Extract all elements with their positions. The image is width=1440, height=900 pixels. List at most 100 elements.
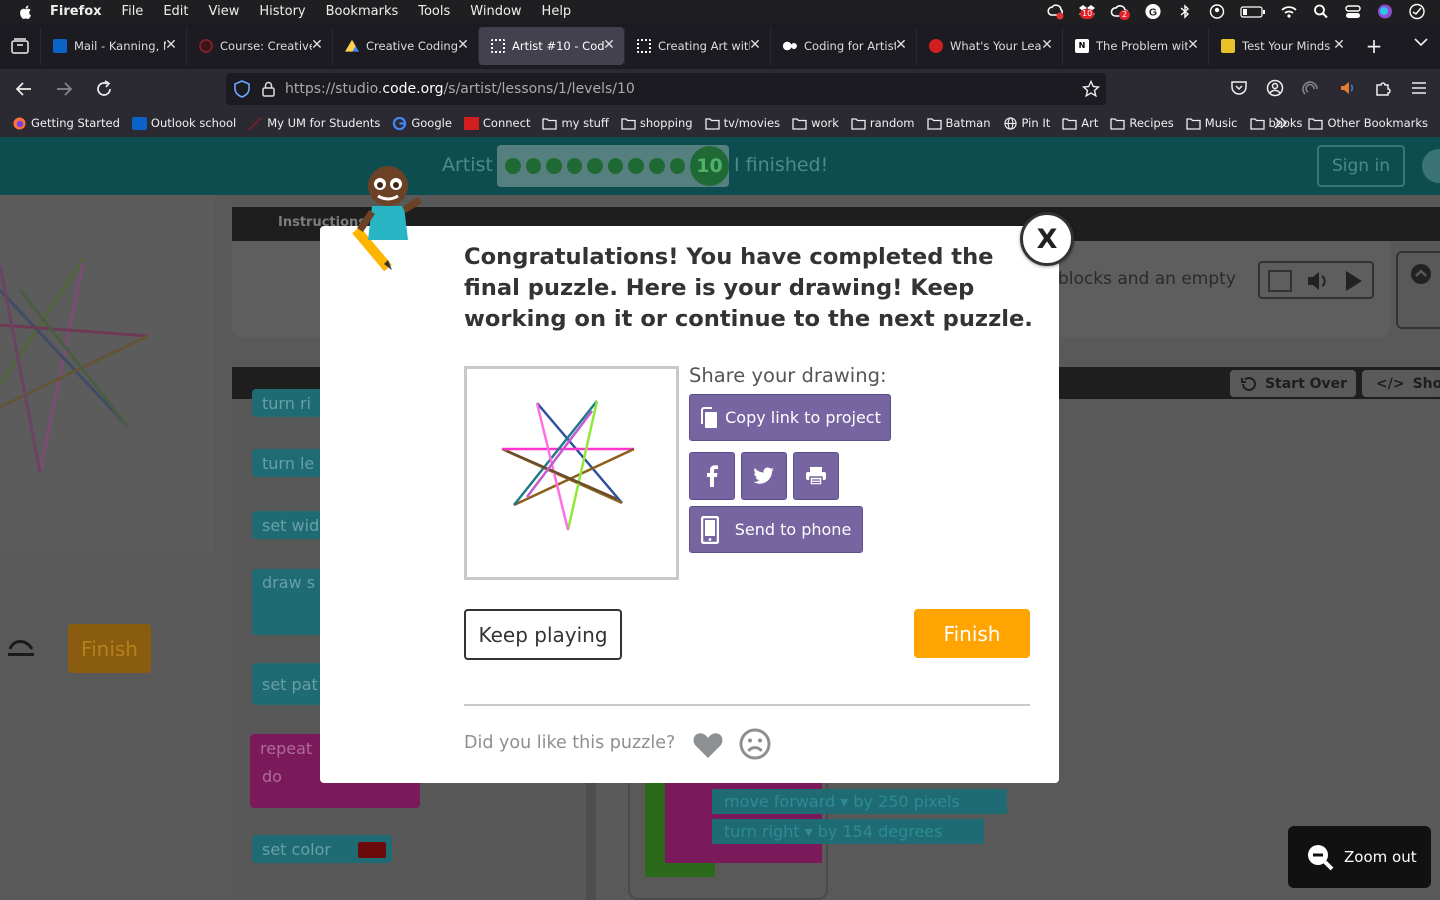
like-heart-icon[interactable]: [692, 729, 724, 761]
keep-playing-button[interactable]: Keep playing: [464, 609, 622, 660]
text-to-speech-icon[interactable]: [1268, 269, 1294, 293]
close-tab-icon[interactable]: ✕: [310, 38, 324, 52]
bookmark-folder-work[interactable]: work: [792, 116, 839, 130]
tab-creating-art[interactable]: Creating Art with ✕: [624, 27, 770, 65]
list-all-tabs-icon[interactable]: [1414, 37, 1428, 47]
bookmark-folder-art[interactable]: Art: [1062, 116, 1098, 130]
send-to-phone-button[interactable]: Send to phone: [689, 506, 863, 553]
forward-button[interactable]: [46, 71, 82, 107]
bookmark-folder-my-stuff[interactable]: my stuff: [542, 116, 609, 130]
pocket-button[interactable]: [1228, 75, 1250, 101]
close-tab-icon[interactable]: ✕: [164, 38, 178, 52]
apple-icon[interactable]: [18, 4, 34, 20]
bookmark-my-um[interactable]: My UM for Students: [248, 116, 380, 130]
bookmark-folder-random[interactable]: random: [851, 116, 915, 130]
menu-view[interactable]: View: [209, 4, 240, 19]
tab-creative-coding[interactable]: Creative Coding ✕: [332, 27, 478, 65]
app-menu-button[interactable]: [1408, 75, 1430, 101]
bookmark-star-icon[interactable]: [1082, 80, 1100, 98]
dropbox-icon[interactable]: 10: [1078, 3, 1096, 20]
extension-audio-button[interactable]: [1336, 75, 1358, 101]
close-tab-icon[interactable]: ✕: [456, 38, 470, 52]
level-dot[interactable]: [525, 158, 542, 174]
level-dot[interactable]: [566, 158, 583, 174]
close-tab-icon[interactable]: ✕: [894, 38, 908, 52]
clock-icon[interactable]: [1408, 3, 1426, 20]
speaker-icon[interactable]: [1306, 270, 1332, 292]
account-button[interactable]: [1264, 75, 1286, 101]
battery-icon[interactable]: [1240, 3, 1266, 20]
bookmark-pin-it[interactable]: Pin It: [1003, 116, 1050, 130]
bookmark-folder-recipes[interactable]: Recipes: [1110, 116, 1174, 130]
menu-file[interactable]: File: [122, 4, 144, 19]
code-block-turn[interactable]: turn right ▾ by 154 degrees: [712, 819, 984, 844]
level-dot[interactable]: [628, 158, 644, 174]
print-button[interactable]: [793, 452, 839, 500]
show-code-button[interactable]: </> Show: [1362, 370, 1440, 397]
lock-icon[interactable]: [262, 81, 275, 97]
close-tab-icon[interactable]: ✕: [748, 38, 762, 52]
tab-artist-10[interactable]: Artist #10 - Code ✕: [478, 27, 624, 65]
level-dot[interactable]: [587, 158, 603, 174]
tab-the-problem[interactable]: N The Problem with ✕: [1062, 27, 1208, 65]
dislike-frown-icon[interactable]: [739, 728, 771, 760]
menu-window[interactable]: Window: [470, 4, 521, 19]
creative-cloud-icon[interactable]: [1046, 3, 1064, 20]
cloud-sync-icon[interactable]: 2: [1110, 3, 1131, 20]
share-facebook-button[interactable]: [689, 452, 735, 500]
other-bookmarks-folder[interactable]: Other Bookmarks: [1308, 116, 1428, 130]
play-icon[interactable]: [1344, 270, 1364, 292]
extensions-button[interactable]: [1372, 75, 1394, 101]
level-dot[interactable]: [546, 158, 562, 174]
bookmark-folder-shopping[interactable]: shopping: [621, 116, 693, 130]
tab-test-mindset[interactable]: Test Your Minds ✕: [1208, 27, 1354, 65]
tracking-protection-shield-icon[interactable]: [234, 80, 250, 98]
code-block-move[interactable]: move forward ▾ by 250 pixels: [712, 789, 1007, 814]
menu-tools[interactable]: Tools: [418, 4, 450, 19]
color-swatch[interactable]: [358, 842, 386, 858]
tab-learning-style[interactable]: What's Your Lea ✕: [916, 27, 1062, 65]
level-dot[interactable]: [607, 158, 624, 174]
bookmark-connect[interactable]: Connect: [463, 116, 530, 130]
grammarly-icon[interactable]: G: [1144, 3, 1162, 20]
reload-button[interactable]: [86, 71, 122, 107]
collapse-instructions-button[interactable]: [1396, 251, 1440, 329]
tab-coding-for-artists[interactable]: Coding for Artist ✕: [770, 27, 916, 65]
share-twitter-button[interactable]: [741, 452, 787, 500]
finish-button[interactable]: Finish: [914, 609, 1030, 658]
more-bookmarks-chevron-icon[interactable]: [1274, 117, 1288, 129]
wifi-icon[interactable]: [1280, 3, 1298, 20]
close-tab-icon[interactable]: ✕: [1332, 38, 1346, 52]
finished-link[interactable]: I finished!: [734, 154, 828, 176]
level-dot[interactable]: [669, 158, 686, 174]
extension-button[interactable]: [1300, 75, 1322, 101]
url-bar[interactable]: https://studio. code.org/s/artist/lessons…: [226, 73, 1106, 105]
new-tab-button[interactable]: +: [1354, 34, 1394, 58]
current-level-bubble[interactable]: 10: [690, 146, 729, 186]
user-circle-icon[interactable]: [1208, 3, 1226, 20]
spotlight-search-icon[interactable]: [1312, 3, 1330, 20]
bluetooth-icon[interactable]: [1176, 3, 1194, 20]
level-dot[interactable]: [505, 158, 521, 174]
firefox-view-button[interactable]: [0, 23, 40, 69]
tab-course[interactable]: Course: Creative ✕: [186, 27, 332, 65]
app-menu-firefox[interactable]: Firefox: [50, 4, 102, 19]
control-center-icon[interactable]: [1344, 3, 1362, 20]
back-button[interactable]: [6, 71, 42, 107]
speed-slider-turtle-icon[interactable]: [6, 629, 36, 663]
copy-link-button[interactable]: Copy link to project: [689, 394, 891, 441]
help-button[interactable]: [1422, 149, 1440, 183]
siri-icon[interactable]: [1376, 3, 1394, 20]
bookmark-google[interactable]: Google: [392, 116, 452, 130]
bookmark-folder-batman[interactable]: Batman: [926, 116, 991, 130]
close-tab-icon[interactable]: ✕: [1040, 38, 1054, 52]
zoom-out-button[interactable]: Zoom out: [1288, 826, 1431, 888]
workspace-finish-button[interactable]: Finish: [68, 624, 151, 673]
close-tab-icon[interactable]: ✕: [602, 38, 616, 52]
start-over-button[interactable]: Start Over: [1230, 370, 1356, 397]
bookmark-outlook-school[interactable]: Outlook school: [131, 116, 236, 130]
bookmark-folder-tv-movies[interactable]: tv/movies: [704, 116, 780, 130]
menu-bookmarks[interactable]: Bookmarks: [326, 4, 399, 19]
bookmark-getting-started[interactable]: Getting Started: [12, 116, 120, 130]
bookmark-folder-music[interactable]: Music: [1186, 116, 1238, 130]
